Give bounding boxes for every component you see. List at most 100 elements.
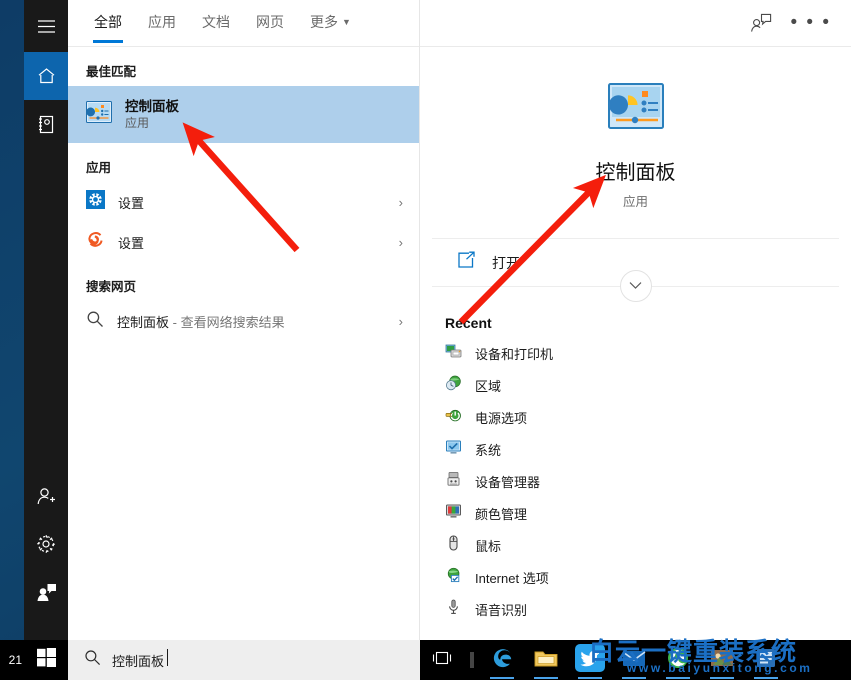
recent-item-devices-printers[interactable]: 设备和打印机 (420, 337, 851, 369)
file-explorer-icon (534, 648, 558, 673)
control-panel-icon (607, 83, 664, 134)
tab-more[interactable]: 更多 ▼ (297, 14, 364, 45)
results-column: 全部 应用 文档 网页 更多 ▼ 最佳匹配 控制面板 应用 应用 设置 › 设置… (68, 0, 420, 640)
edge-browser-icon (490, 646, 514, 675)
rail-item-settings[interactable] (24, 520, 68, 568)
result-row-settings-sogou[interactable]: 设置 › (68, 222, 419, 262)
rail-item-home[interactable] (24, 52, 68, 100)
taskbar-mail-button[interactable] (612, 640, 656, 680)
taskbar-photo-button[interactable] (700, 640, 744, 680)
recent-item-device-manager[interactable]: 设备管理器 (420, 465, 851, 497)
best-match-header: 最佳匹配 (86, 65, 137, 79)
chevron-right-icon[interactable]: › (399, 314, 403, 329)
mouse-icon (445, 534, 462, 556)
chevron-down-icon (629, 277, 642, 295)
more-options-icon[interactable]: • • • (790, 13, 831, 32)
left-rail (24, 0, 68, 640)
recent-item-label: 系统 (475, 442, 502, 458)
add-person-icon (36, 487, 56, 506)
result-label: 设置 (118, 195, 145, 211)
notebook-icon (37, 115, 55, 134)
tab-web[interactable]: 网页 (243, 14, 297, 43)
recent-item-label: 鼠标 (475, 538, 502, 554)
taskbar-twitter-button[interactable] (568, 640, 612, 680)
preview-app-name: 控制面板 (595, 162, 676, 184)
device-manager-icon (445, 471, 462, 492)
chevron-right-icon[interactable]: › (399, 235, 403, 250)
feedback-icon (36, 583, 57, 602)
recent-item-color-management[interactable]: 颜色管理 (420, 497, 851, 529)
photo-icon (710, 648, 734, 673)
web-query-text: 控制面板 (117, 314, 170, 330)
recent-item-label: 语音识别 (475, 602, 528, 618)
chevron-right-icon[interactable]: › (399, 195, 403, 210)
taskbar-icon-strip (420, 640, 788, 680)
browser-icon (666, 646, 690, 675)
gear-icon (36, 534, 56, 554)
result-row-web-search[interactable]: 控制面板 - 查看网络搜索结果 › (68, 301, 419, 341)
open-action-row[interactable]: 打开 (432, 239, 839, 302)
mail-icon (622, 648, 646, 673)
recent-item-speech-recognition[interactable]: 语音识别 (420, 593, 851, 625)
preview-pane: • • • 控制面板 应用 打开 Recent 设备和打印机 区域 电源选项 系… (420, 0, 851, 640)
feedback-icon[interactable] (750, 13, 772, 33)
expand-more-button[interactable] (619, 270, 652, 302)
start-button[interactable] (24, 640, 68, 680)
search-icon (84, 649, 101, 671)
taskbar-app-button[interactable] (744, 640, 788, 680)
tab-bar: 全部 应用 文档 网页 更多 ▼ (68, 0, 419, 47)
result-label: 控制面板 - 查看网络搜索结果 (117, 312, 386, 331)
recent-item-power-options[interactable]: 电源选项 (420, 401, 851, 433)
home-icon (37, 67, 56, 85)
tab-all-label: 全部 (94, 14, 122, 30)
taskbar-clock: 21 (8, 653, 22, 667)
tab-web-label: 网页 (256, 14, 284, 30)
result-row-settings-windows[interactable]: 设置 › (68, 182, 419, 222)
open-action-label: 打开 (492, 254, 520, 271)
taskbar-file-explorer-button[interactable] (524, 640, 568, 680)
recent-item-label: 颜色管理 (475, 506, 528, 522)
app-preview-card: 控制面板 应用 (432, 47, 839, 239)
recent-item-region[interactable]: 区域 (420, 369, 851, 401)
recent-item-mouse[interactable]: 鼠标 (420, 529, 851, 561)
rail-item-feedback[interactable] (24, 568, 68, 616)
search-icon (86, 310, 104, 333)
color-management-icon (445, 503, 462, 524)
chevron-down-icon: ▼ (342, 17, 351, 27)
tab-all[interactable]: 全部 (81, 14, 135, 43)
recent-item-label: 设备管理器 (475, 474, 541, 490)
task-view-button[interactable] (420, 640, 464, 680)
speech-recognition-icon (445, 599, 462, 620)
internet-options-icon (445, 567, 462, 588)
search-input-value[interactable]: 控制面板 (112, 648, 169, 670)
preview-app-kind: 应用 (622, 195, 648, 209)
tab-apps[interactable]: 应用 (135, 14, 189, 43)
search-flyout: 全部 应用 文档 网页 更多 ▼ 最佳匹配 控制面板 应用 应用 设置 › 设置… (24, 0, 851, 640)
taskbar-browser-button[interactable] (656, 640, 700, 680)
apps-header: 应用 (86, 161, 112, 175)
recent-item-label: 区域 (475, 378, 502, 394)
best-match-title: 控制面板 (125, 99, 179, 114)
open-external-icon (457, 251, 476, 274)
best-match-text: 控制面板 应用 (125, 98, 179, 131)
best-match-row[interactable]: 控制面板 应用 (68, 86, 419, 143)
tab-more-label: 更多 (310, 14, 338, 30)
recent-item-label: 电源选项 (475, 410, 528, 426)
recent-item-label: 设备和打印机 (475, 346, 554, 362)
twitter-icon (575, 643, 605, 677)
taskbar-search-box[interactable]: 控制面板 (68, 640, 420, 680)
region-globe-icon (445, 375, 462, 396)
control-panel-icon (86, 101, 112, 128)
recent-item-system[interactable]: 系统 (420, 433, 851, 465)
rail-item-notebook[interactable] (24, 100, 68, 148)
recent-item-internet-options[interactable]: Internet 选项 (420, 561, 851, 593)
preview-toolbar: • • • (420, 0, 851, 47)
taskbar-edge-button[interactable] (480, 640, 524, 680)
result-label: 设置 (118, 235, 145, 251)
hamburger-menu-button[interactable] (24, 0, 68, 52)
tab-documents[interactable]: 文档 (189, 14, 243, 43)
tab-documents-label: 文档 (202, 14, 230, 30)
taskbar: 21 控制面板 白云一键重装系统 www.baiyunxitong.com (0, 639, 851, 680)
power-options-icon (445, 407, 462, 428)
rail-item-account[interactable] (24, 472, 68, 520)
